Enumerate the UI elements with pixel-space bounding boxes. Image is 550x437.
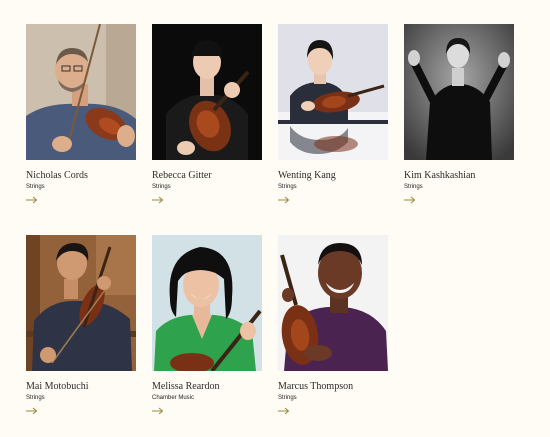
arrow-right-icon[interactable] (404, 196, 416, 204)
faculty-name[interactable]: Melissa Reardon (152, 381, 220, 392)
faculty-name[interactable]: Marcus Thompson (278, 381, 353, 392)
faculty-card[interactable]: Melissa Reardon Chamber Music (152, 235, 262, 415)
faculty-card[interactable]: Mai Motobuchi Strings (26, 235, 136, 415)
arrow-right-icon[interactable] (278, 407, 290, 415)
faculty-card[interactable]: Marcus Thompson Strings (278, 235, 388, 415)
faculty-photo-melissa-reardon[interactable] (152, 235, 262, 371)
faculty-card[interactable]: Kim Kashkashian Strings (404, 24, 514, 204)
faculty-name[interactable]: Kim Kashkashian (404, 170, 475, 181)
faculty-name[interactable]: Wenting Kang (278, 170, 336, 181)
faculty-department: Strings (26, 184, 45, 190)
faculty-photo-kim-kashkashian[interactable] (404, 24, 514, 160)
faculty-photo-wenting-kang[interactable] (278, 24, 388, 160)
faculty-photo-rebecca-gitter[interactable] (152, 24, 262, 160)
arrow-right-icon[interactable] (152, 196, 164, 204)
faculty-department: Strings (26, 395, 45, 401)
arrow-right-icon[interactable] (152, 407, 164, 415)
faculty-name[interactable]: Mai Motobuchi (26, 381, 89, 392)
faculty-photo-mai-motobuchi[interactable] (26, 235, 136, 371)
faculty-card[interactable]: Rebecca Gitter Strings (152, 24, 262, 204)
faculty-name[interactable]: Rebecca Gitter (152, 170, 212, 181)
arrow-right-icon[interactable] (278, 196, 290, 204)
faculty-department: Strings (404, 184, 423, 190)
faculty-card[interactable]: Nicholas Cords Strings (26, 24, 136, 204)
faculty-photo-nicholas-cords[interactable] (26, 24, 136, 160)
arrow-right-icon[interactable] (26, 196, 38, 204)
faculty-photo-marcus-thompson[interactable] (278, 235, 388, 371)
arrow-right-icon[interactable] (26, 407, 38, 415)
faculty-department: Strings (278, 395, 297, 401)
faculty-department: Strings (152, 184, 171, 190)
faculty-department: Strings (278, 184, 297, 190)
faculty-name[interactable]: Nicholas Cords (26, 170, 88, 181)
faculty-department: Chamber Music (152, 395, 195, 401)
faculty-card[interactable]: Wenting Kang Strings (278, 24, 388, 204)
